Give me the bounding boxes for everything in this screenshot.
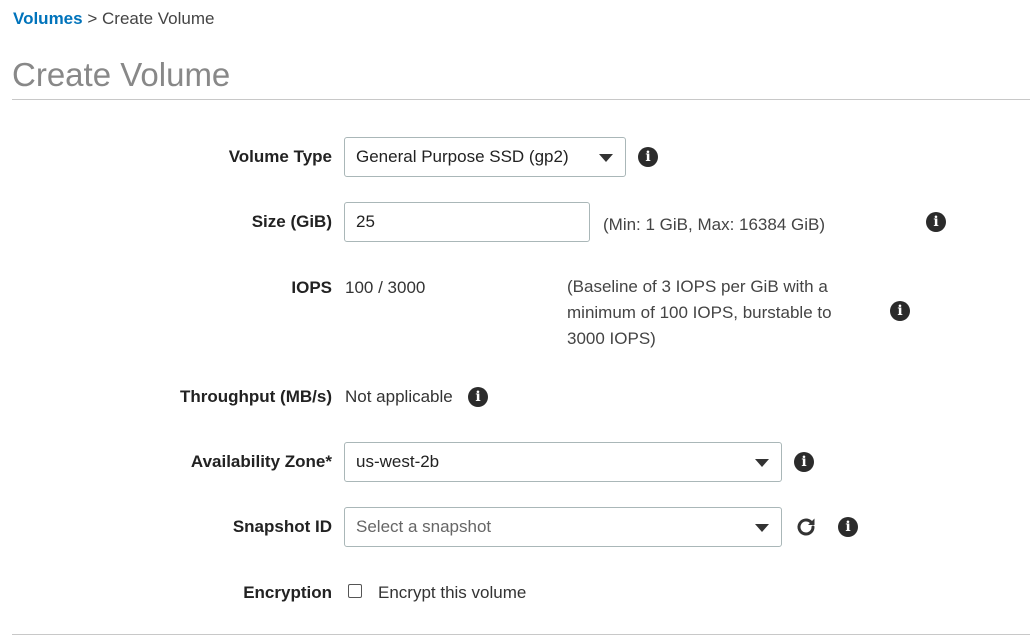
iops-hint-line: (Baseline of 3 IOPS per GiB with a <box>567 277 828 296</box>
size-label: Size (GiB) <box>251 212 332 231</box>
info-icon[interactable]: i <box>794 452 814 472</box>
size-hint: (Min: 1 GiB, Max: 16384 GiB) <box>603 215 826 234</box>
iops-value: 100 / 3000 <box>345 278 426 297</box>
breadcrumb-separator: > <box>87 9 98 28</box>
breadcrumb-volumes-link[interactable]: Volumes <box>13 9 83 28</box>
availability-zone-select[interactable]: us-west-2b <box>344 442 782 482</box>
volume-type-select[interactable]: General Purpose SSD (gp2) <box>344 137 626 177</box>
iops-hint-line: 3000 IOPS) <box>567 329 656 348</box>
page-title: Create Volume <box>12 56 231 93</box>
size-value: 25 <box>356 212 375 231</box>
availability-zone-value: us-west-2b <box>356 452 440 471</box>
title-divider <box>12 99 1030 100</box>
throughput-label: Throughput (MB/s) <box>179 387 332 406</box>
snapshot-id-label: Snapshot ID <box>232 517 332 536</box>
volume-type-value: General Purpose SSD (gp2) <box>356 147 569 166</box>
chevron-down-icon <box>755 524 769 532</box>
info-icon[interactable]: i <box>468 387 488 407</box>
encryption-label: Encryption <box>243 583 332 602</box>
volume-type-label: Volume Type <box>228 147 332 166</box>
info-icon[interactable]: i <box>638 147 658 167</box>
refresh-icon[interactable] <box>794 515 818 539</box>
iops-hint: (Baseline of 3 IOPS per GiB with a minim… <box>567 274 832 352</box>
info-icon[interactable]: i <box>838 517 858 537</box>
chevron-down-icon <box>599 154 613 162</box>
snapshot-select[interactable]: Select a snapshot <box>344 507 782 547</box>
throughput-value: Not applicable <box>345 387 453 406</box>
info-icon[interactable]: i <box>926 212 946 232</box>
encrypt-checkbox-label[interactable]: Encrypt this volume <box>378 583 526 603</box>
availability-zone-label: Availability Zone* <box>190 452 332 471</box>
breadcrumb: Volumes > Create Volume <box>13 9 214 29</box>
info-icon[interactable]: i <box>890 301 910 321</box>
footer-divider <box>12 634 1030 635</box>
chevron-down-icon <box>755 459 769 467</box>
size-input[interactable]: 25 <box>344 202 590 242</box>
snapshot-placeholder: Select a snapshot <box>356 517 492 536</box>
iops-hint-line: minimum of 100 IOPS, burstable to <box>567 303 832 322</box>
breadcrumb-current: Create Volume <box>102 9 215 28</box>
encrypt-checkbox[interactable] <box>348 584 362 598</box>
iops-label: IOPS <box>291 278 332 297</box>
